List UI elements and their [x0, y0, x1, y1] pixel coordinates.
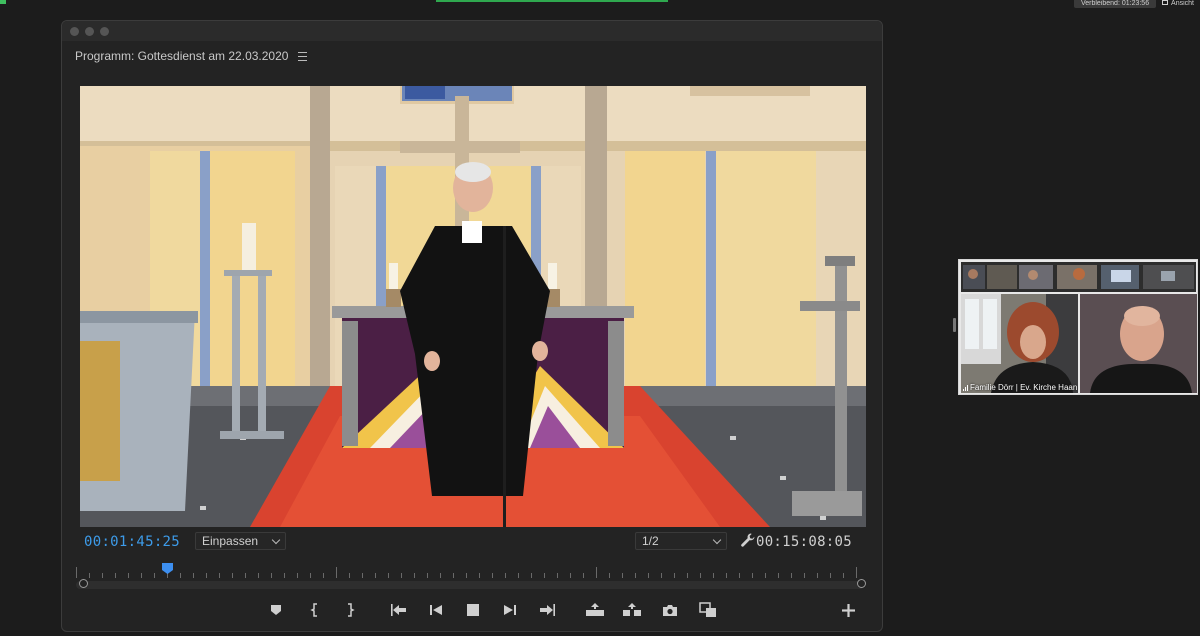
minimize-window-button[interactable]: [85, 27, 94, 36]
participant-name-label: Familie Dörr | Ev. Kirche Haan: [963, 383, 1077, 392]
extract-icon: [623, 603, 641, 616]
signal-strength-icon: [963, 384, 968, 391]
zoom-window-button[interactable]: [100, 27, 109, 36]
participant-strip-thumbnails: [961, 262, 1196, 292]
mark-in-button[interactable]: [304, 599, 326, 621]
program-monitor-window: Programm: Gottesdienst am 22.03.2020 00:…: [61, 20, 883, 632]
zoom-level-value: Einpassen: [202, 534, 259, 548]
panel-title: Programm: Gottesdienst am 22.03.2020: [75, 49, 289, 63]
time-ruler[interactable]: [76, 564, 864, 578]
grid-icon: [1162, 0, 1169, 5]
lift-icon: [586, 603, 604, 616]
button-editor-button[interactable]: [837, 599, 859, 621]
step-forward-button[interactable]: [499, 599, 521, 621]
mark-in-icon: [310, 603, 317, 617]
participant-video: [1080, 294, 1197, 393]
screen-share-indicator-bar: [436, 0, 668, 2]
go-to-in-icon: [391, 604, 406, 616]
comparison-view-icon: [699, 602, 716, 617]
go-to-out-icon: [540, 604, 555, 616]
zoom-scroll-handle-right[interactable]: [857, 579, 866, 588]
export-frame-button[interactable]: [659, 599, 681, 621]
stop-icon: [467, 604, 479, 616]
zoom-level-select[interactable]: Einpassen: [195, 532, 286, 550]
video-gallery-panel: Familie Dörr | Ev. Kirche Haan: [958, 259, 1198, 395]
add-marker-icon: [271, 605, 281, 615]
camera-icon: [663, 604, 677, 616]
playback-resolution-select[interactable]: 1/2: [635, 532, 727, 550]
remaining-time-badge: Verbleibend: 01:23:56: [1074, 0, 1157, 8]
add-marker-button[interactable]: [265, 599, 287, 621]
gallery-resize-handle[interactable]: [953, 318, 956, 332]
duration-timecode: 00:15:08:05: [755, 534, 852, 550]
view-button-label: Ansicht: [1171, 0, 1194, 7]
mark-out-button[interactable]: [339, 599, 361, 621]
participant-video: [961, 294, 1078, 393]
step-back-icon: [430, 605, 442, 615]
transport-controls: [62, 599, 882, 621]
step-forward-icon: [504, 605, 516, 615]
zoom-scroll-handle-left[interactable]: [79, 579, 88, 588]
window-titlebar: [62, 21, 882, 41]
chevron-down-icon: [712, 535, 722, 544]
step-back-button[interactable]: [425, 599, 447, 621]
lift-button[interactable]: [584, 599, 606, 621]
church-scene-image: [80, 86, 866, 527]
panel-header: Programm: Gottesdienst am 22.03.2020: [75, 49, 308, 63]
participant-strip[interactable]: [961, 262, 1196, 292]
close-window-button[interactable]: [70, 27, 79, 36]
comparison-view-button[interactable]: [697, 599, 719, 621]
view-button[interactable]: Ansicht: [1162, 0, 1200, 7]
playhead-marker[interactable]: [161, 563, 173, 574]
current-timecode[interactable]: 00:01:45:25: [84, 534, 180, 550]
zoom-top-right: Verbleibend: 01:23:56 Ansicht: [1074, 0, 1200, 8]
video-tile-speaker[interactable]: [1080, 294, 1197, 393]
zoom-scroll-track[interactable]: [76, 581, 864, 589]
wrench-icon[interactable]: [740, 532, 756, 548]
mark-out-icon: [348, 603, 355, 617]
go-to-out-button[interactable]: [536, 599, 558, 621]
program-video-frame[interactable]: [80, 86, 866, 527]
panel-menu-icon[interactable]: [298, 51, 308, 61]
video-tile-familie-doerr[interactable]: Familie Dörr | Ev. Kirche Haan: [961, 294, 1078, 393]
participant-name: Familie Dörr | Ev. Kirche Haan: [970, 383, 1078, 392]
playback-resolution-value: 1/2: [642, 534, 659, 548]
stop-button[interactable]: [462, 599, 484, 621]
extract-button[interactable]: [621, 599, 643, 621]
go-to-in-button[interactable]: [388, 599, 410, 621]
plus-icon: [841, 603, 855, 617]
chevron-down-icon: [271, 535, 281, 544]
zoom-top-indicator: [0, 0, 6, 4]
